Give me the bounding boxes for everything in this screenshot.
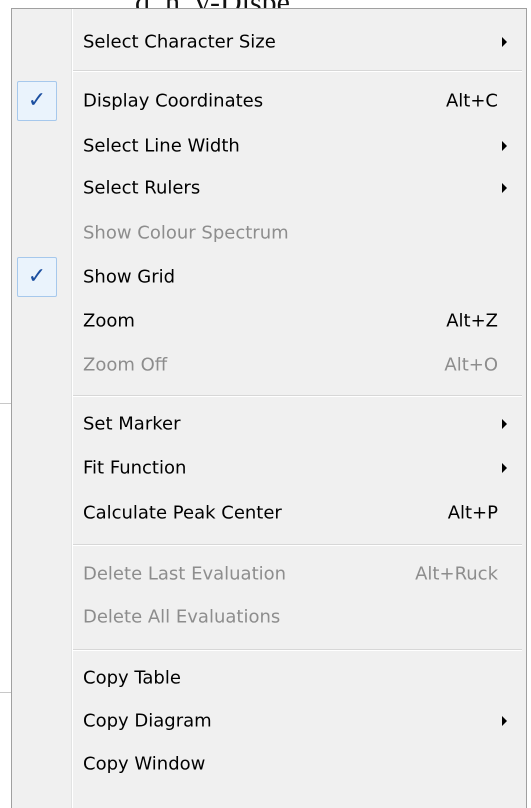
menu-item-label: Delete All Evaluations [83,606,281,628]
menu-item-calculate-peak-center[interactable]: Calculate Peak Center Alt+P [12,491,526,535]
menu-item-zoom-off[interactable]: Zoom Off Alt+O [12,343,526,387]
menu-item-copy-window[interactable]: Copy Window [12,742,526,786]
menu-item-label: Calculate Peak Center [83,502,282,524]
menu-item-shortcut: Alt+P [447,502,498,524]
submenu-arrow-icon [502,463,507,473]
menu-item-label: Zoom Off [83,354,168,376]
menu-item-show-colour-spectrum[interactable]: Show Colour Spectrum [12,211,526,255]
submenu-arrow-icon [502,37,507,47]
menu-item-select-character-size[interactable]: Select Character Size [12,20,526,64]
menu-item-label: Select Line Width [83,135,240,157]
menu-item-zoom[interactable]: Zoom Alt+Z [12,299,526,343]
menu-item-shortcut: Alt+Z [446,310,498,332]
menu-item-label: Display Coordinates [83,90,264,112]
menu-item-shortcut: Alt+O [444,354,498,376]
menu-item-select-rulers[interactable]: Select Rulers [12,166,526,210]
menu-item-label: Copy Table [83,667,181,689]
menu-item-shortcut: Alt+C [445,90,498,112]
submenu-arrow-icon [502,419,507,429]
menu-item-label: Copy Window [83,753,206,775]
menu-separator [73,649,522,651]
menu-item-label: Select Rulers [83,177,201,199]
background-divider [0,692,11,693]
menu-item-label: Delete Last Evaluation [83,563,287,585]
menu-item-delete-all-evaluations[interactable]: Delete All Evaluations [12,595,526,639]
submenu-arrow-icon [502,141,507,151]
menu-item-label: Show Grid [83,266,176,288]
menu-item-delete-last-evaluation[interactable]: Delete Last Evaluation Alt+Ruck [12,552,526,596]
menu-item-label: Select Character Size [83,31,276,53]
submenu-arrow-icon [502,183,507,193]
menu-separator [73,544,522,546]
menu-item-select-line-width[interactable]: Select Line Width [12,124,526,168]
menu-item-label: Show Colour Spectrum [83,222,289,244]
checkmark-icon: ✓ [17,81,57,121]
menu-item-display-coordinates[interactable]: ✓ Display Coordinates Alt+C [12,79,526,123]
menu-item-label: Zoom [83,310,135,332]
menu-item-label: Set Marker [83,413,181,435]
menu-item-show-grid[interactable]: ✓ Show Grid [12,255,526,299]
menu-separator [73,70,522,72]
background-divider [0,403,11,404]
menu-item-fit-function[interactable]: Fit Function [12,446,526,490]
menu-separator [73,395,522,397]
menu-item-copy-table[interactable]: Copy Table [12,656,526,700]
menu-item-label: Copy Diagram [83,710,212,732]
submenu-arrow-icon [502,716,507,726]
menu-item-copy-diagram[interactable]: Copy Diagram [12,699,526,743]
menu-item-set-marker[interactable]: Set Marker [12,402,526,446]
menu-item-label: Fit Function [83,457,187,479]
menu-item-shortcut: Alt+Ruck [415,563,498,585]
context-menu: Select Character Size ✓ Display Coordina… [11,8,527,808]
checkmark-icon: ✓ [17,257,57,297]
